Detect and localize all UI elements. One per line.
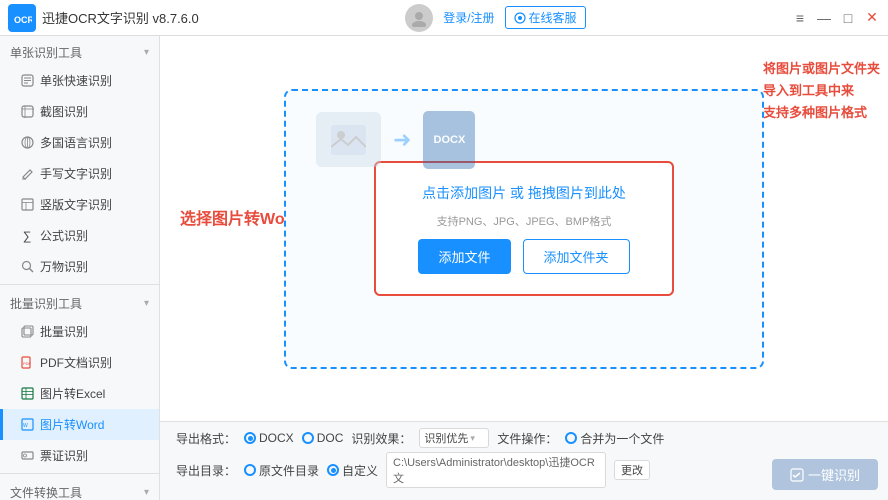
sidebar-section-batch[interactable]: 批量识别工具 ▾ bbox=[0, 287, 159, 316]
output-format-label: 导出格式： bbox=[176, 430, 236, 447]
allrecog-icon bbox=[20, 260, 34, 274]
radio-custom-dir-circle bbox=[327, 464, 339, 476]
chevron-select-icon: ▾ bbox=[470, 433, 475, 444]
bottom-row-1: 导出格式： DOCX DOC 识别效果： 识别优先 ▾ 文件操作： 合并为一 bbox=[176, 428, 872, 448]
menu-button[interactable]: ≡ bbox=[792, 10, 808, 26]
drop-zone-container: 选择图片转Word功能 → 将图片或图片文件夹导入到工具中来支持多种图片格式 →… bbox=[160, 36, 888, 421]
app-title: 迅捷OCR文字识别 v8.7.6.0 bbox=[42, 8, 199, 27]
sidebar-item-idcard[interactable]: 票证识别 bbox=[0, 440, 159, 471]
svg-text:OCR: OCR bbox=[14, 15, 32, 25]
bottom-bar: 导出格式： DOCX DOC 识别效果： 识别优先 ▾ 文件操作： 合并为一 bbox=[160, 421, 888, 500]
handwrite-icon bbox=[20, 167, 34, 181]
sidebar-item-formula[interactable]: ∑ 公式识别 bbox=[0, 220, 159, 251]
sidebar-item-img2word[interactable]: W 图片转Word bbox=[0, 409, 159, 440]
sidebar-item-handwrite[interactable]: 手写文字识别 bbox=[0, 158, 159, 189]
app-logo: OCR bbox=[8, 4, 36, 32]
sidebar-section-single[interactable]: 单张识别工具 ▾ bbox=[0, 36, 159, 65]
output-path-input[interactable]: C:\Users\Administrator\desktop\迅捷OCR文 bbox=[386, 452, 606, 488]
formula-icon: ∑ bbox=[20, 229, 34, 243]
deco-image-icon bbox=[316, 112, 381, 167]
recognize-effect-label: 识别效果： bbox=[351, 430, 411, 447]
callout-right: 将图片或图片文件夹导入到工具中来支持多种图片格式 bbox=[763, 58, 880, 124]
recognize-button[interactable]: 一键识别 bbox=[772, 459, 878, 490]
chevron-batch-icon: ▾ bbox=[144, 298, 149, 309]
add-file-button[interactable]: 添加文件 bbox=[418, 239, 510, 274]
title-bar-left: OCR 迅捷OCR文字识别 v8.7.6.0 bbox=[8, 4, 199, 32]
batch-icon bbox=[20, 325, 34, 339]
sidebar-item-img2excel[interactable]: 图片转Excel bbox=[0, 378, 159, 409]
sidebar-section-convert[interactable]: 文件转换工具 ▾ bbox=[0, 476, 159, 500]
radio-original-dir-circle bbox=[244, 464, 256, 476]
sidebar-item-screenshot[interactable]: 截图识别 bbox=[0, 96, 159, 127]
sidebar: 单张识别工具 ▾ 单张快速识别 截图识别 多国语言识别 手写文字识别 bbox=[0, 36, 160, 500]
drop-zone[interactable]: ➜ DOCX 点击添加图片 或 拖拽图片到此处 支持PNG、JPG、JPEG、B… bbox=[284, 89, 764, 369]
deco-docx-icon: DOCX bbox=[423, 111, 475, 169]
radio-merge[interactable]: 合并为一个文件 bbox=[565, 430, 664, 447]
svg-text:W: W bbox=[23, 423, 28, 429]
file-op-label: 文件操作： bbox=[497, 430, 557, 447]
headset-icon bbox=[514, 12, 526, 24]
add-file-formats: 支持PNG、JPG、JPEG、BMP格式 bbox=[437, 213, 612, 229]
sidebar-item-table[interactable]: 竖版文字识别 bbox=[0, 189, 159, 220]
content-area: 选择图片转Word功能 → 将图片或图片文件夹导入到工具中来支持多种图片格式 →… bbox=[160, 36, 888, 500]
close-button[interactable]: ✕ bbox=[864, 10, 880, 26]
output-dir-label: 导出目录： bbox=[176, 462, 236, 479]
radio-custom-dir[interactable]: 自定义 bbox=[327, 462, 378, 479]
radio-doc-circle bbox=[302, 432, 314, 444]
screenshot-icon bbox=[20, 105, 34, 119]
radio-merge-circle bbox=[565, 432, 577, 444]
service-button[interactable]: 在线客服 bbox=[505, 6, 586, 29]
radio-doc[interactable]: DOC bbox=[302, 431, 344, 445]
chevron-convert-icon: ▾ bbox=[144, 487, 149, 498]
svg-text:PDF: PDF bbox=[23, 361, 32, 366]
sidebar-item-multilang[interactable]: 多国语言识别 bbox=[0, 127, 159, 158]
sidebar-item-batch[interactable]: 批量识别 bbox=[0, 316, 159, 347]
change-path-button[interactable]: 更改 bbox=[614, 460, 650, 480]
pdf-icon: PDF bbox=[20, 356, 34, 370]
recognize-icon bbox=[790, 468, 804, 482]
single-quick-icon bbox=[20, 74, 34, 88]
radio-docx-circle bbox=[244, 432, 256, 444]
idcard-icon bbox=[20, 449, 34, 463]
add-folder-button[interactable]: 添加文件夹 bbox=[523, 239, 630, 274]
sidebar-item-pdf[interactable]: PDF PDF文档识别 bbox=[0, 347, 159, 378]
login-button[interactable]: 登录/注册 bbox=[443, 9, 494, 26]
img2excel-icon bbox=[20, 387, 34, 401]
deco-arrow-icon: ➜ bbox=[393, 127, 411, 153]
add-file-box: 点击添加图片 或 拖拽图片到此处 支持PNG、JPG、JPEG、BMP格式 添加… bbox=[374, 161, 674, 296]
recognize-effect-select[interactable]: 识别优先 ▾ bbox=[419, 428, 489, 448]
sidebar-item-single-quick[interactable]: 单张快速识别 bbox=[0, 65, 159, 96]
title-bar-right: ≡ — □ ✕ bbox=[792, 10, 880, 26]
sidebar-item-allrecog[interactable]: 万物识别 bbox=[0, 251, 159, 282]
add-file-buttons: 添加文件 添加文件夹 bbox=[418, 239, 629, 274]
multilang-icon bbox=[20, 136, 34, 150]
title-bar: OCR 迅捷OCR文字识别 v8.7.6.0 登录/注册 在线客服 ≡ — □ … bbox=[0, 0, 888, 36]
main-layout: 单张识别工具 ▾ 单张快速识别 截图识别 多国语言识别 手写文字识别 bbox=[0, 36, 888, 500]
user-avatar bbox=[405, 4, 433, 32]
radio-docx[interactable]: DOCX bbox=[244, 431, 294, 445]
img2word-icon: W bbox=[20, 418, 34, 432]
add-file-title: 点击添加图片 或 拖拽图片到此处 bbox=[422, 183, 626, 203]
bottom-row-2: 导出目录： 原文件目录 自定义 C:\Users\Administrator\d… bbox=[176, 452, 872, 488]
maximize-button[interactable]: □ bbox=[840, 10, 856, 26]
minimize-button[interactable]: — bbox=[816, 10, 832, 26]
table-icon bbox=[20, 198, 34, 212]
chevron-icon: ▾ bbox=[144, 47, 149, 58]
title-bar-center: 登录/注册 在线客服 bbox=[405, 4, 585, 32]
radio-original-dir[interactable]: 原文件目录 bbox=[244, 462, 319, 479]
